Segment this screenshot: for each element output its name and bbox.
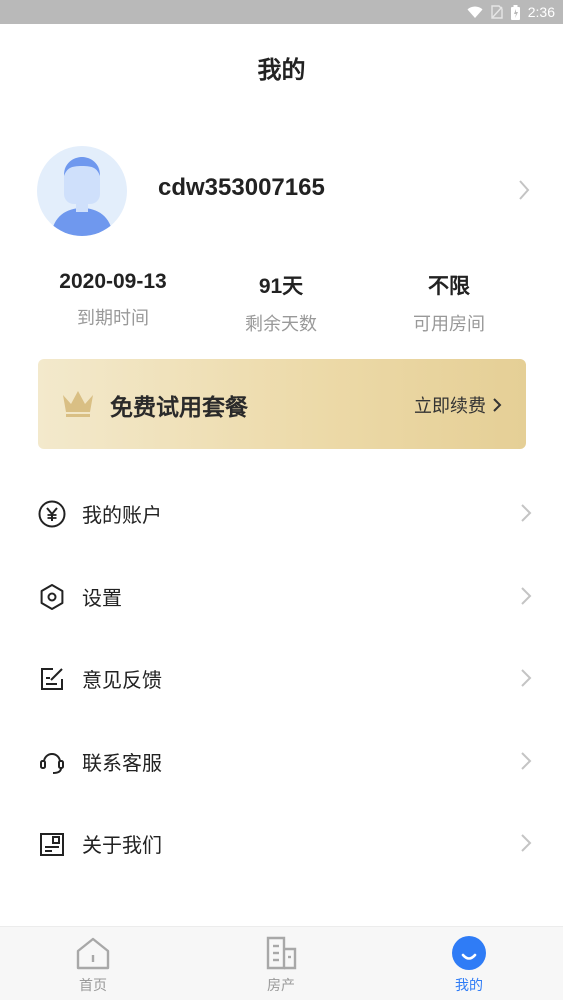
stat-value: 不限 <box>428 275 470 298</box>
menu-item-label: 设置 <box>82 585 122 610</box>
menu-item-label: 联系客服 <box>82 750 162 775</box>
feedback-icon <box>41 668 63 690</box>
chevron-right-icon <box>521 669 532 687</box>
plan-name: 免费试用套餐 <box>110 395 248 421</box>
status-icons: 2:36 <box>467 0 555 24</box>
stat-label: 可用房间 <box>413 314 485 335</box>
membership-stats: 2020-09-13 到期时间 91天 剩余天数 不限 可用房间 <box>0 270 563 335</box>
home-icon <box>76 937 110 970</box>
tab-label: 我的 <box>455 978 483 994</box>
tab-mine[interactable]: 我的 <box>409 935 529 995</box>
stat-label: 剩余天数 <box>245 314 317 335</box>
chevron-right-icon <box>519 180 530 200</box>
stat-expiry: 2020-09-13 到期时间 <box>33 270 193 330</box>
menu-item-feedback[interactable]: 意见反馈 <box>0 637 563 720</box>
chevron-right-icon <box>493 398 502 412</box>
stat-value: 91天 <box>258 275 304 298</box>
headset-icon <box>40 752 64 774</box>
renew-label: 立即续费 <box>414 396 486 417</box>
page-title: 我的 <box>257 56 306 84</box>
profile-row[interactable]: cdw353007165 <box>37 146 537 236</box>
about-icon <box>40 833 64 856</box>
no-sim-icon <box>491 5 503 19</box>
battery-icon <box>510 4 520 20</box>
building-icon <box>266 936 297 970</box>
stat-days-left: 91天 剩余天数 <box>201 270 361 336</box>
avatar-person-icon <box>51 157 113 236</box>
tab-property[interactable]: 房产 <box>221 935 341 995</box>
bottom-tab-bar: 首页 房产 我的 <box>0 926 563 1000</box>
menu-item-label: 意见反馈 <box>82 668 162 692</box>
settings-menu: 我的账户 设置 意见反馈 联系客服 关于我们 <box>0 472 563 885</box>
stat-value: 2020-09-13 <box>59 270 167 293</box>
profile-icon <box>452 936 486 970</box>
crown-icon <box>63 391 93 417</box>
menu-item-label: 我的账户 <box>82 503 162 527</box>
tab-home[interactable]: 首页 <box>33 935 153 995</box>
chevron-right-icon <box>521 834 532 852</box>
chevron-right-icon <box>521 586 532 605</box>
avatar[interactable] <box>37 146 127 236</box>
username: cdw353007165 <box>158 174 325 201</box>
yen-icon <box>38 500 66 528</box>
tab-label: 房产 <box>267 978 295 994</box>
menu-item-account[interactable]: 我的账户 <box>0 472 563 555</box>
menu-item-support[interactable]: 联系客服 <box>0 720 563 803</box>
settings-icon <box>40 583 64 610</box>
stat-label: 到期时间 <box>77 308 149 329</box>
status-bar: 2:36 <box>0 0 563 24</box>
status-time: 2:36 <box>527 4 555 20</box>
renew-button[interactable]: 立即续费 <box>414 392 502 418</box>
menu-item-label: 关于我们 <box>82 833 162 857</box>
menu-item-about[interactable]: 关于我们 <box>0 802 563 885</box>
menu-item-settings[interactable]: 设置 <box>0 555 563 638</box>
wifi-icon <box>467 6 483 18</box>
plan-card[interactable]: 免费试用套餐 立即续费 <box>38 359 526 449</box>
chevron-right-icon <box>521 504 532 522</box>
stat-rooms: 不限 可用房间 <box>369 270 529 336</box>
tab-label: 首页 <box>79 978 107 994</box>
chevron-right-icon <box>521 751 532 770</box>
